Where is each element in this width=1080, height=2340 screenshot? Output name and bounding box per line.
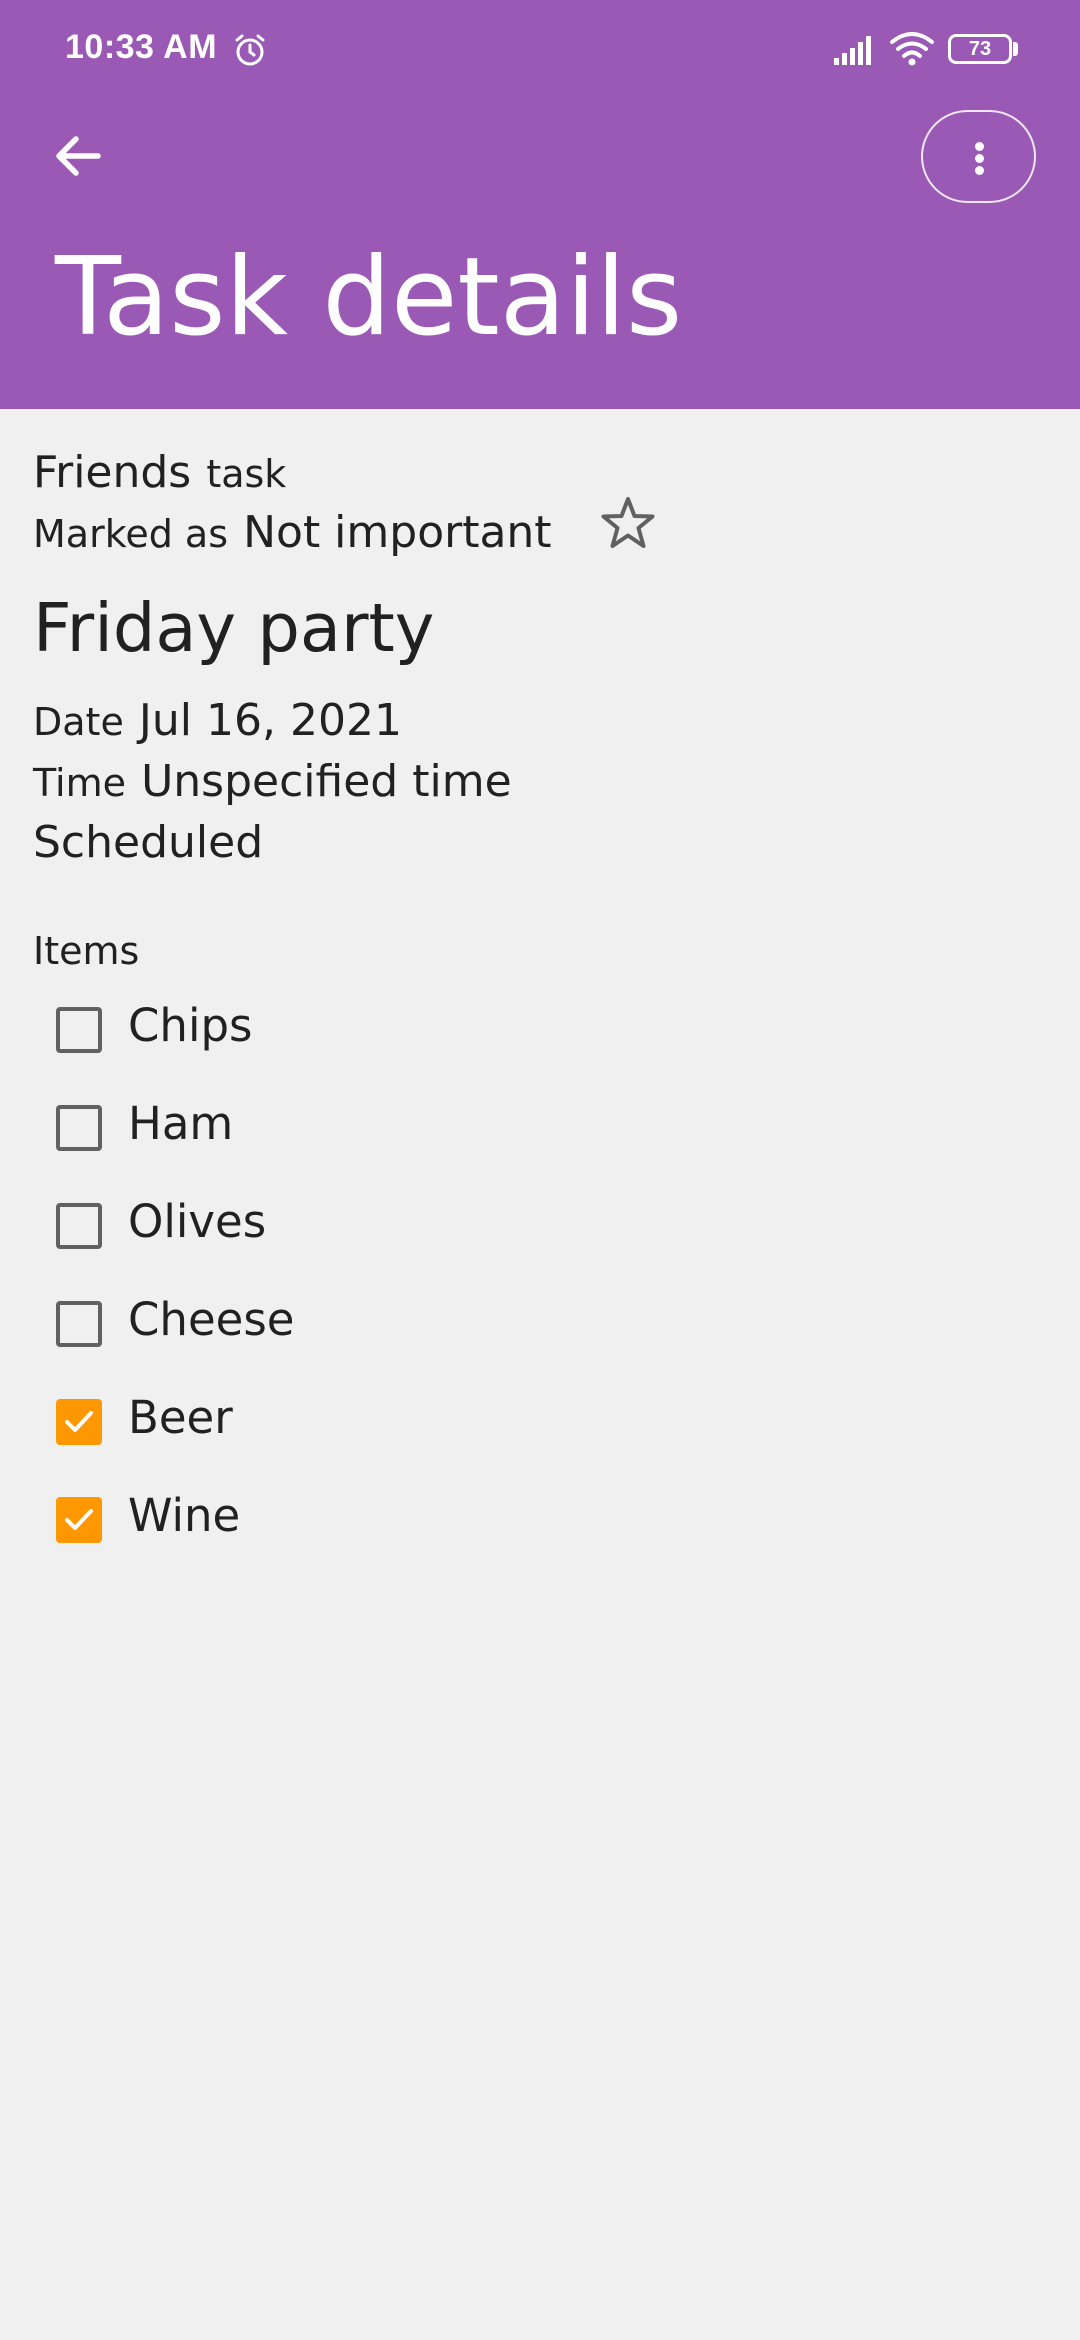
date-label: Date [33,700,124,744]
task-status: Scheduled [33,817,264,868]
app-bar: 10:33 AM 73 Task details [0,0,1080,409]
checkbox-checked-icon[interactable] [56,1399,102,1445]
category-value: Friends [33,447,192,498]
time-value: Unspecified time [141,756,512,807]
checklist-item[interactable]: Beer [56,1391,756,1449]
category-label: task [206,452,287,496]
more-options-button[interactable] [921,110,1036,203]
items-label: Items [33,929,140,973]
signal-icon [834,36,871,65]
battery-level: 73 [968,38,992,60]
checklist-item-label: Cheese [128,1293,295,1346]
checklist-item[interactable]: Ham [56,1097,756,1155]
alarm-icon [235,34,265,66]
task-title: Friday party [33,589,435,667]
checkbox-unchecked-icon[interactable] [56,1203,102,1249]
importance-value: Not important [243,507,552,558]
checklist-item-label: Olives [128,1195,267,1248]
checkbox-unchecked-icon[interactable] [56,1105,102,1151]
checklist-item-label: Wine [128,1489,241,1542]
page-title: Task details [55,235,683,360]
date-value: Jul 16, 2021 [138,695,402,746]
status-row: Scheduled [33,817,263,868]
importance-row: Marked as Not important [33,507,552,558]
more-vert-icon [975,142,984,151]
back-arrow-icon[interactable] [40,118,116,194]
checklist-item[interactable]: Chips [56,999,756,1057]
wifi-icon [890,32,934,66]
status-bar: 10:33 AM 73 [0,0,1080,100]
time-row: Time Unspecified time [33,756,512,807]
checkbox-unchecked-icon[interactable] [56,1301,102,1347]
battery-icon: 73 [948,34,1012,64]
more-vert-icon-dot [975,166,984,175]
checklist-item[interactable]: Olives [56,1195,756,1253]
checklist-item-label: Beer [128,1391,233,1444]
checklist-item[interactable]: Cheese [56,1293,756,1351]
checkbox-checked-icon[interactable] [56,1497,102,1543]
checklist-item[interactable]: Wine [56,1489,756,1547]
more-vert-icon-dot [975,154,984,163]
checklist-item-label: Chips [128,999,253,1052]
star-outline-icon[interactable] [598,494,658,554]
marked-label: Marked as [33,512,229,556]
battery-tip [1013,42,1018,56]
status-time: 10:33 AM [65,28,218,66]
date-row: Date Jul 16, 2021 [33,695,402,746]
category-row: Friends task [33,447,286,498]
time-label: Time [33,761,126,805]
checklist-item-label: Ham [128,1097,234,1150]
checkbox-unchecked-icon[interactable] [56,1007,102,1053]
